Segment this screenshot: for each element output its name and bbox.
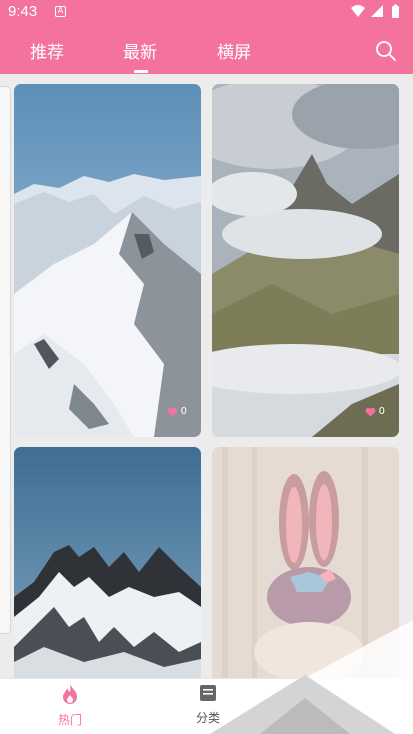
wallpaper-card[interactable] (212, 447, 399, 678)
wallpaper-image (14, 447, 201, 678)
heart-icon (167, 407, 178, 416)
bottom-nav: 热门 分类 (0, 678, 413, 734)
side-drawer-handle[interactable] (0, 86, 11, 634)
battery-icon (392, 4, 399, 18)
category-icon (200, 685, 216, 701)
tab-landscape[interactable]: 横屏 (217, 38, 251, 63)
notification-icon: A (55, 6, 66, 17)
search-icon[interactable] (375, 40, 397, 66)
nav-category[interactable]: 分类 (178, 683, 238, 726)
fire-icon (63, 684, 77, 704)
wallpaper-card[interactable]: 0 (212, 84, 399, 437)
likes-count: 0 (167, 406, 187, 417)
wallpaper-grid[interactable]: 0 0 (0, 74, 413, 678)
wallpaper-card[interactable]: 0 (14, 84, 201, 437)
likes-value: 0 (180, 406, 187, 417)
wallpaper-image (212, 84, 399, 437)
tab-indicator (134, 70, 148, 73)
likes-count: 0 (365, 406, 385, 417)
wallpaper-card[interactable] (14, 447, 201, 678)
likes-value: 0 (378, 406, 385, 417)
nav-hot[interactable]: 热门 (40, 683, 100, 728)
wifi-icon (351, 5, 365, 17)
nav-category-label: 分类 (195, 711, 220, 725)
tab-latest[interactable]: 最新 (123, 38, 157, 63)
wallpaper-image (14, 84, 201, 437)
status-icons (349, 4, 407, 24)
status-time: 9:43 (8, 3, 38, 20)
signal-icon (371, 5, 383, 17)
heart-icon (365, 407, 376, 416)
tab-recommend[interactable]: 推荐 (30, 38, 64, 63)
app-bar: 推荐 最新 横屏 (0, 26, 413, 74)
status-bar: 9:43 A (0, 0, 413, 26)
nav-hot-label: 热门 (57, 713, 82, 727)
wallpaper-image (212, 447, 399, 678)
